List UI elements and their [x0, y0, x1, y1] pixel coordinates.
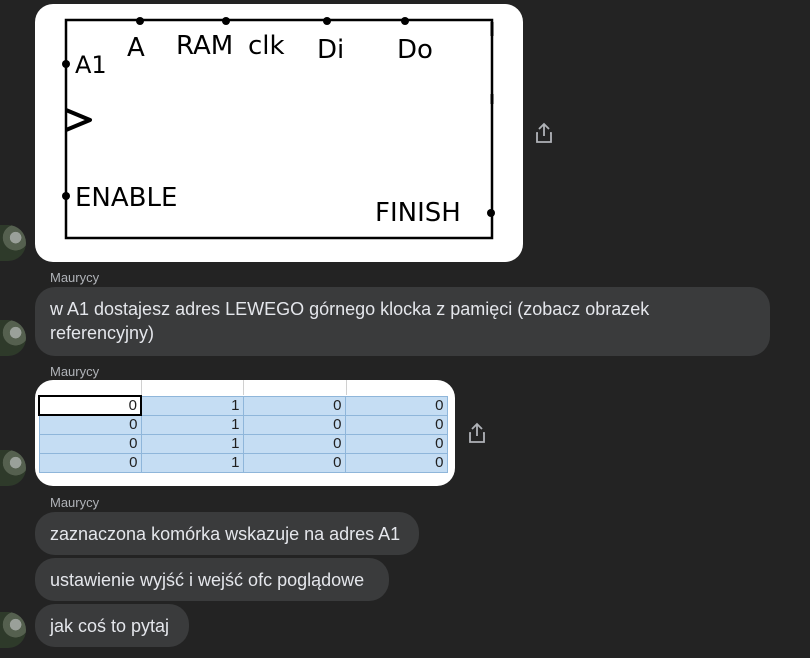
avatar[interactable]: [0, 450, 26, 486]
spreadsheet-cell: 1: [140, 395, 244, 416]
sender-name: Maurycy: [50, 364, 100, 379]
spreadsheet-cell: 1: [140, 452, 244, 473]
avatar[interactable]: [0, 320, 26, 356]
spreadsheet-cell: 0: [344, 452, 448, 473]
spreadsheet-cell: 0: [242, 395, 346, 416]
message-text-line: referencyjny): [50, 323, 155, 343]
spreadsheet-cell: 0: [38, 452, 142, 473]
spreadsheet-cell: 0: [242, 433, 346, 454]
table-row: 0 1 0 0: [38, 414, 448, 435]
table-row: 0 1 0 0: [38, 395, 448, 416]
diagram-label-a: A: [127, 33, 145, 63]
diagram-label-ram: RAM: [176, 31, 233, 61]
avatar[interactable]: [0, 612, 26, 648]
table-row: 0 1 0 0: [38, 433, 448, 454]
spreadsheet-table: 0 1 0 0 0 1 0 0 0 1 0 0 0 1 0 0: [38, 395, 448, 473]
diagram-drawing: A RAM clk Di Do A1 ENABLE FINISH: [62, 17, 495, 240]
spreadsheet-cell-active: 0: [38, 395, 142, 416]
message-bubble[interactable]: w A1 dostajesz adres LEWEGO górnego kloc…: [35, 287, 770, 356]
message-bubble[interactable]: ustawienie wyjść i wejść ofc poglądowe: [35, 558, 389, 601]
share-icon[interactable]: [467, 422, 487, 444]
diagram-label-do: Do: [397, 35, 433, 65]
diagram-image[interactable]: A RAM clk Di Do A1 ENABLE FINISH: [35, 4, 523, 262]
table-row: 0 1 0 0: [38, 452, 448, 473]
message-text-line: w A1 dostajesz adres LEWEGO górnego kloc…: [50, 299, 650, 319]
avatar[interactable]: [0, 225, 26, 261]
message-bubble[interactable]: jak coś to pytaj: [35, 604, 189, 647]
spreadsheet-cell: 0: [344, 433, 448, 454]
message-text: ustawienie wyjść i wejść ofc poglądowe: [50, 570, 365, 590]
sender-name: Maurycy: [50, 270, 100, 285]
diagram-label-finish: FINISH: [375, 198, 461, 228]
diagram-label-clk: clk: [248, 31, 285, 61]
message-bubble[interactable]: zaznaczona komórka wskazuje na adres A1: [35, 512, 419, 555]
spreadsheet-cell: 0: [38, 414, 142, 435]
diagram-label-enable: ENABLE: [75, 183, 177, 213]
message-text: jak coś to pytaj: [50, 616, 170, 636]
sender-name: Maurycy: [50, 495, 100, 510]
spreadsheet-cell: 0: [38, 433, 142, 454]
message-text: zaznaczona komórka wskazuje na adres A1: [50, 524, 401, 544]
spreadsheet-cell: 0: [242, 452, 346, 473]
spreadsheet-cell: 1: [140, 414, 244, 435]
spreadsheet-cell: 0: [344, 395, 448, 416]
diagram-label-a1: A1: [75, 51, 107, 79]
spreadsheet-cell: 0: [344, 414, 448, 435]
spreadsheet-cell: 1: [140, 433, 244, 454]
spreadsheet-cell: 0: [242, 414, 346, 435]
spreadsheet-image[interactable]: 0 1 0 0 0 1 0 0 0 1 0 0 0 1 0 0: [35, 380, 455, 486]
diagram-label-di: Di: [317, 35, 344, 65]
share-icon[interactable]: [534, 122, 554, 144]
